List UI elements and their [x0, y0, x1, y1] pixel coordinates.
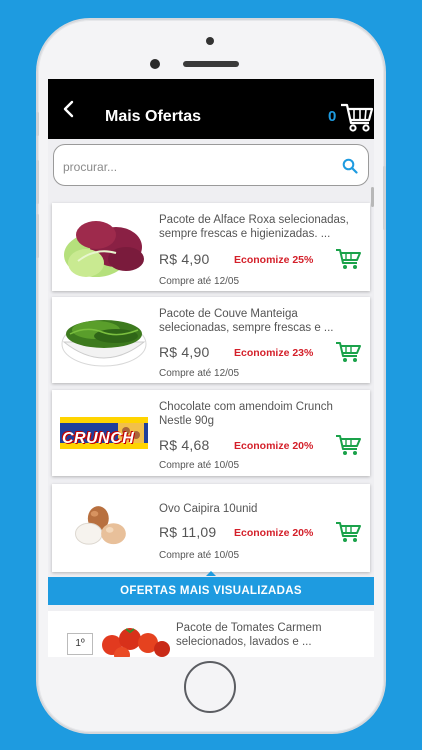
phone-volume-up — [36, 160, 39, 204]
offer-valid-until: Compre até 10/05 — [159, 460, 240, 471]
phone-sensor — [206, 37, 214, 45]
offer-valid-until: Compre até 10/05 — [159, 550, 240, 561]
cart-count-badge: 0 — [328, 108, 337, 125]
most-viewed-header[interactable]: OFERTAS MAIS VISUALIZADAS — [48, 577, 374, 605]
page-title: Mais Ofertas — [105, 108, 202, 125]
home-button[interactable] — [184, 661, 236, 713]
expand-handle-icon[interactable] — [206, 571, 216, 576]
top-nav-bar: Mais Ofertas 0 — [48, 79, 374, 139]
discount-label: Economize 23% — [234, 347, 314, 359]
discount-label: Economize 20% — [234, 440, 314, 452]
product-card[interactable]: Pacote de Alface Roxa selecionadas, semp… — [52, 203, 370, 291]
discount-label: Economize 20% — [234, 527, 314, 539]
product-name: Ovo Caipira 10unid — [159, 503, 258, 515]
lettuce-image — [64, 221, 144, 277]
chevron-left-icon[interactable] — [58, 97, 80, 121]
product-price: R$ 11,09 — [159, 524, 217, 540]
offer-valid-until: Compre até 12/05 — [159, 368, 240, 379]
rank-badge: 1º — [67, 633, 93, 655]
product-price: R$ 4,68 — [159, 437, 210, 453]
phone-camera — [150, 59, 160, 69]
add-to-cart-icon[interactable] — [335, 520, 361, 544]
app-screen: Mais Ofertas 0 procurar... Pacote de Alf… — [48, 79, 374, 657]
phone-speaker — [183, 61, 239, 67]
add-to-cart-icon[interactable] — [335, 340, 361, 364]
search-bar[interactable]: procurar... — [53, 144, 369, 186]
phone-power-button — [383, 166, 386, 230]
search-input[interactable]: procurar... — [63, 160, 117, 174]
tomatoes-image — [102, 628, 170, 657]
add-to-cart-icon[interactable] — [335, 433, 361, 457]
phone-mute-switch — [36, 112, 39, 136]
product-price: R$ 4,90 — [159, 251, 210, 267]
product-price: R$ 4,90 — [159, 344, 210, 360]
discount-label: Economize 25% — [234, 254, 314, 266]
kale-bowl-image — [61, 320, 147, 367]
most-viewed-item[interactable]: 1º Pacote de Tomates Carmem selecionados… — [48, 611, 374, 657]
product-name: Pacote de Alface Roxa selecionadas, semp… — [159, 214, 349, 240]
product-card[interactable]: Ovo Caipira 10unid R$ 11,09 Economize 20… — [52, 484, 370, 572]
shopping-cart-icon[interactable] — [340, 101, 374, 133]
eggs-image — [75, 506, 126, 545]
offer-valid-until: Compre até 12/05 — [159, 276, 240, 287]
product-card[interactable]: Pacote de Couve Manteiga selecionadas, s… — [52, 297, 370, 383]
product-name: Pacote de Couve Manteiga selecionadas, s… — [159, 308, 334, 334]
product-card[interactable]: CRUNCH Chocolate com amendoim Crunch Nes… — [52, 390, 370, 476]
product-name: Chocolate com amendoim Crunch Nestle 90g — [159, 401, 333, 427]
phone-volume-down — [36, 214, 39, 258]
crunch-logo: CRUNCH — [62, 430, 135, 447]
product-name: Pacote de Tomates Carmem selecionados, l… — [176, 622, 322, 648]
scrollbar[interactable] — [371, 187, 374, 207]
add-to-cart-icon[interactable] — [335, 247, 361, 271]
search-icon[interactable] — [342, 158, 358, 174]
